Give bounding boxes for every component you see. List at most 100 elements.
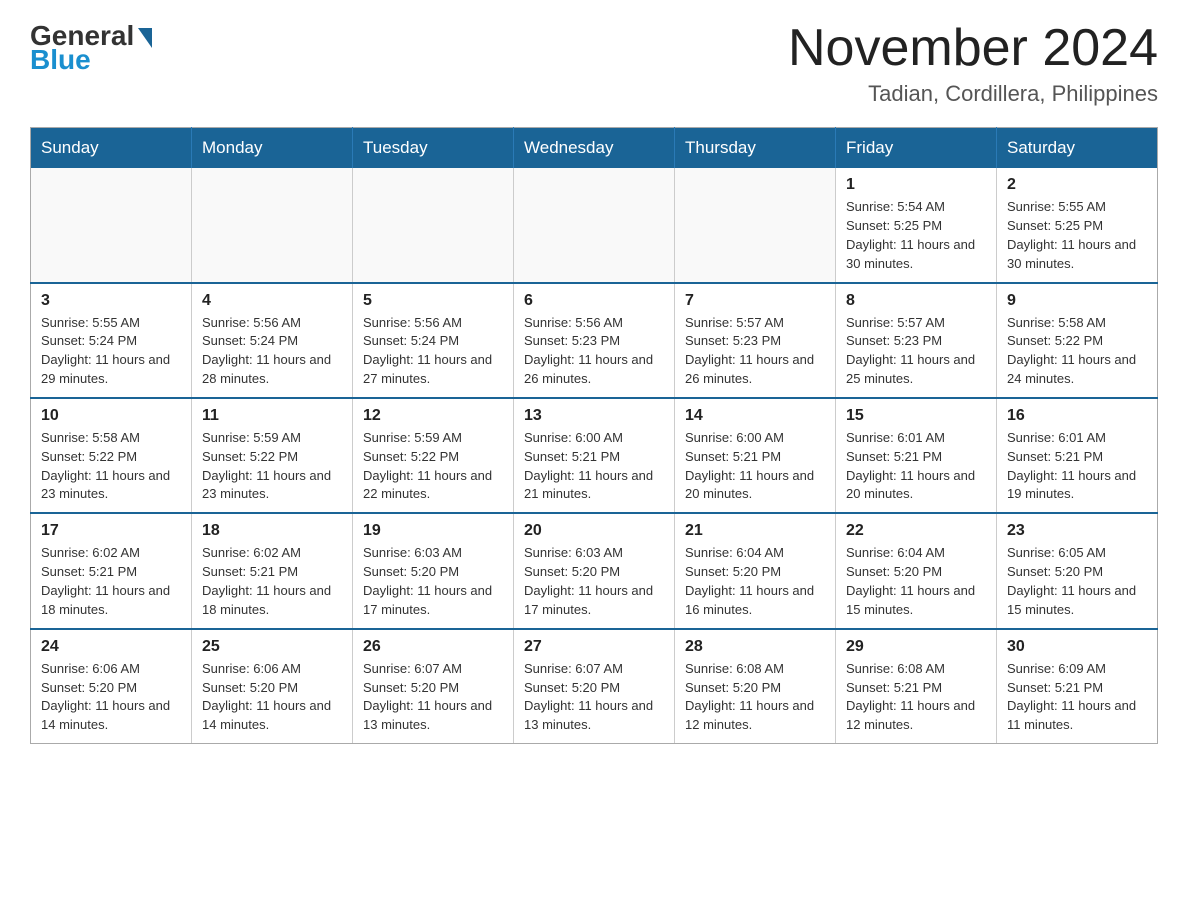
calendar-cell: 23Sunrise: 6:05 AMSunset: 5:20 PMDayligh…	[997, 513, 1158, 628]
calendar-cell: 19 Sunrise: 6:03 AMSunset: 5:20 PMDayligh…	[353, 513, 514, 628]
calendar-cell: 30 Sunrise: 6:09 AMSunset: 5:21 PMDayligh…	[997, 629, 1158, 744]
day-info: Sunrise: 5:54 AMSunset: 5:25 PMDaylight:…	[846, 198, 986, 273]
day-number: 8	[846, 292, 986, 310]
calendar-cell: 13 Sunrise: 6:00 AMSunset: 5:21 PMDayligh…	[514, 398, 675, 513]
calendar-cell	[31, 168, 192, 282]
day-number: 30	[1007, 638, 1147, 656]
weekday-header-wednesday: Wednesday	[514, 128, 675, 169]
day-info: Sunrise: 6:09 AMSunset: 5:21 PMDaylight:…	[1007, 660, 1147, 735]
day-info: Sunrise: 5:55 AMSunset: 5:24 PMDaylight:…	[41, 314, 181, 389]
calendar-week-row: 10 Sunrise: 5:58 AMSunset: 5:22 PMDayligh…	[31, 398, 1158, 513]
calendar-week-row: 1 Sunrise: 5:54 AMSunset: 5:25 PMDaylight…	[31, 168, 1158, 282]
day-number: 4	[202, 292, 342, 310]
day-number: 24	[41, 638, 181, 656]
day-number: 19	[363, 522, 503, 540]
day-info: Sunrise: 6:04 AMSunset: 5:20 PMDaylight:…	[685, 544, 825, 619]
day-info: Sunrise: 6:02 AMSunset: 5:21 PMDaylight:…	[41, 544, 181, 619]
day-number: 23	[1007, 522, 1147, 540]
day-info: Sunrise: 6:01 AMSunset: 5:21 PMDaylight:…	[846, 429, 986, 504]
day-info: Sunrise: 6:08 AMSunset: 5:20 PMDaylight:…	[685, 660, 825, 735]
calendar-cell: 11 Sunrise: 5:59 AMSunset: 5:22 PMDayligh…	[192, 398, 353, 513]
day-number: 7	[685, 292, 825, 310]
calendar-cell: 1 Sunrise: 5:54 AMSunset: 5:25 PMDaylight…	[836, 168, 997, 282]
day-number: 12	[363, 407, 503, 425]
day-number: 2	[1007, 176, 1147, 194]
day-number: 20	[524, 522, 664, 540]
day-number: 22	[846, 522, 986, 540]
weekday-header-friday: Friday	[836, 128, 997, 169]
day-info: Sunrise: 6:00 AMSunset: 5:21 PMDaylight:…	[685, 429, 825, 504]
day-info: Sunrise: 6:03 AMSunset: 5:20 PMDaylight:…	[363, 544, 503, 619]
day-number: 26	[363, 638, 503, 656]
calendar-cell: 16 Sunrise: 6:01 AMSunset: 5:21 PMDayligh…	[997, 398, 1158, 513]
calendar-cell: 12 Sunrise: 5:59 AMSunset: 5:22 PMDayligh…	[353, 398, 514, 513]
day-number: 27	[524, 638, 664, 656]
calendar-table: SundayMondayTuesdayWednesdayThursdayFrid…	[30, 127, 1158, 744]
day-number: 15	[846, 407, 986, 425]
day-number: 5	[363, 292, 503, 310]
calendar-cell: 21 Sunrise: 6:04 AMSunset: 5:20 PMDayligh…	[675, 513, 836, 628]
day-number: 16	[1007, 407, 1147, 425]
day-number: 28	[685, 638, 825, 656]
calendar-cell: 26 Sunrise: 6:07 AMSunset: 5:20 PMDayligh…	[353, 629, 514, 744]
weekday-header-sunday: Sunday	[31, 128, 192, 169]
day-number: 10	[41, 407, 181, 425]
calendar-cell: 22 Sunrise: 6:04 AMSunset: 5:20 PMDayligh…	[836, 513, 997, 628]
day-info: Sunrise: 5:56 AMSunset: 5:23 PMDaylight:…	[524, 314, 664, 389]
month-title: November 2024	[788, 20, 1158, 77]
day-info: Sunrise: 6:07 AMSunset: 5:20 PMDaylight:…	[524, 660, 664, 735]
calendar-cell	[353, 168, 514, 282]
calendar-cell: 10 Sunrise: 5:58 AMSunset: 5:22 PMDayligh…	[31, 398, 192, 513]
logo: General Blue	[30, 20, 152, 76]
day-number: 9	[1007, 292, 1147, 310]
day-info: Sunrise: 6:02 AMSunset: 5:21 PMDaylight:…	[202, 544, 342, 619]
day-info: Sunrise: 5:55 AMSunset: 5:25 PMDaylight:…	[1007, 198, 1147, 273]
day-info: Sunrise: 5:57 AMSunset: 5:23 PMDaylight:…	[846, 314, 986, 389]
day-number: 29	[846, 638, 986, 656]
page-header: General Blue November 2024 Tadian, Cordi…	[30, 20, 1158, 107]
calendar-cell: 29 Sunrise: 6:08 AMSunset: 5:21 PMDayligh…	[836, 629, 997, 744]
calendar-cell: 28 Sunrise: 6:08 AMSunset: 5:20 PMDayligh…	[675, 629, 836, 744]
calendar-week-row: 3 Sunrise: 5:55 AMSunset: 5:24 PMDaylight…	[31, 283, 1158, 398]
calendar-cell: 14Sunrise: 6:00 AMSunset: 5:21 PMDayligh…	[675, 398, 836, 513]
day-info: Sunrise: 5:59 AMSunset: 5:22 PMDaylight:…	[363, 429, 503, 504]
calendar-cell: 15 Sunrise: 6:01 AMSunset: 5:21 PMDayligh…	[836, 398, 997, 513]
calendar-cell: 5 Sunrise: 5:56 AMSunset: 5:24 PMDaylight…	[353, 283, 514, 398]
day-number: 6	[524, 292, 664, 310]
logo-arrow-icon	[138, 28, 152, 48]
day-info: Sunrise: 6:06 AMSunset: 5:20 PMDaylight:…	[202, 660, 342, 735]
day-info: Sunrise: 5:57 AMSunset: 5:23 PMDaylight:…	[685, 314, 825, 389]
day-number: 25	[202, 638, 342, 656]
day-info: Sunrise: 5:56 AMSunset: 5:24 PMDaylight:…	[363, 314, 503, 389]
day-info: Sunrise: 5:58 AMSunset: 5:22 PMDaylight:…	[41, 429, 181, 504]
calendar-cell: 25 Sunrise: 6:06 AMSunset: 5:20 PMDayligh…	[192, 629, 353, 744]
calendar-cell: 9 Sunrise: 5:58 AMSunset: 5:22 PMDaylight…	[997, 283, 1158, 398]
day-info: Sunrise: 6:04 AMSunset: 5:20 PMDaylight:…	[846, 544, 986, 619]
weekday-header-row: SundayMondayTuesdayWednesdayThursdayFrid…	[31, 128, 1158, 169]
day-number: 17	[41, 522, 181, 540]
calendar-cell: 24Sunrise: 6:06 AMSunset: 5:20 PMDayligh…	[31, 629, 192, 744]
logo-blue-text: Blue	[30, 44, 91, 76]
day-info: Sunrise: 6:08 AMSunset: 5:21 PMDaylight:…	[846, 660, 986, 735]
day-info: Sunrise: 5:58 AMSunset: 5:22 PMDaylight:…	[1007, 314, 1147, 389]
calendar-cell: 4 Sunrise: 5:56 AMSunset: 5:24 PMDaylight…	[192, 283, 353, 398]
day-info: Sunrise: 5:56 AMSunset: 5:24 PMDaylight:…	[202, 314, 342, 389]
day-info: Sunrise: 6:00 AMSunset: 5:21 PMDaylight:…	[524, 429, 664, 504]
day-number: 21	[685, 522, 825, 540]
day-number: 11	[202, 407, 342, 425]
day-info: Sunrise: 5:59 AMSunset: 5:22 PMDaylight:…	[202, 429, 342, 504]
weekday-header-thursday: Thursday	[675, 128, 836, 169]
calendar-cell: 20 Sunrise: 6:03 AMSunset: 5:20 PMDayligh…	[514, 513, 675, 628]
weekday-header-tuesday: Tuesday	[353, 128, 514, 169]
day-number: 1	[846, 176, 986, 194]
day-number: 3	[41, 292, 181, 310]
day-info: Sunrise: 6:03 AMSunset: 5:20 PMDaylight:…	[524, 544, 664, 619]
day-info: Sunrise: 6:07 AMSunset: 5:20 PMDaylight:…	[363, 660, 503, 735]
calendar-cell: 6 Sunrise: 5:56 AMSunset: 5:23 PMDaylight…	[514, 283, 675, 398]
weekday-header-monday: Monday	[192, 128, 353, 169]
weekday-header-saturday: Saturday	[997, 128, 1158, 169]
day-info: Sunrise: 6:01 AMSunset: 5:21 PMDaylight:…	[1007, 429, 1147, 504]
calendar-cell	[514, 168, 675, 282]
day-number: 13	[524, 407, 664, 425]
calendar-week-row: 17 Sunrise: 6:02 AMSunset: 5:21 PMDayligh…	[31, 513, 1158, 628]
